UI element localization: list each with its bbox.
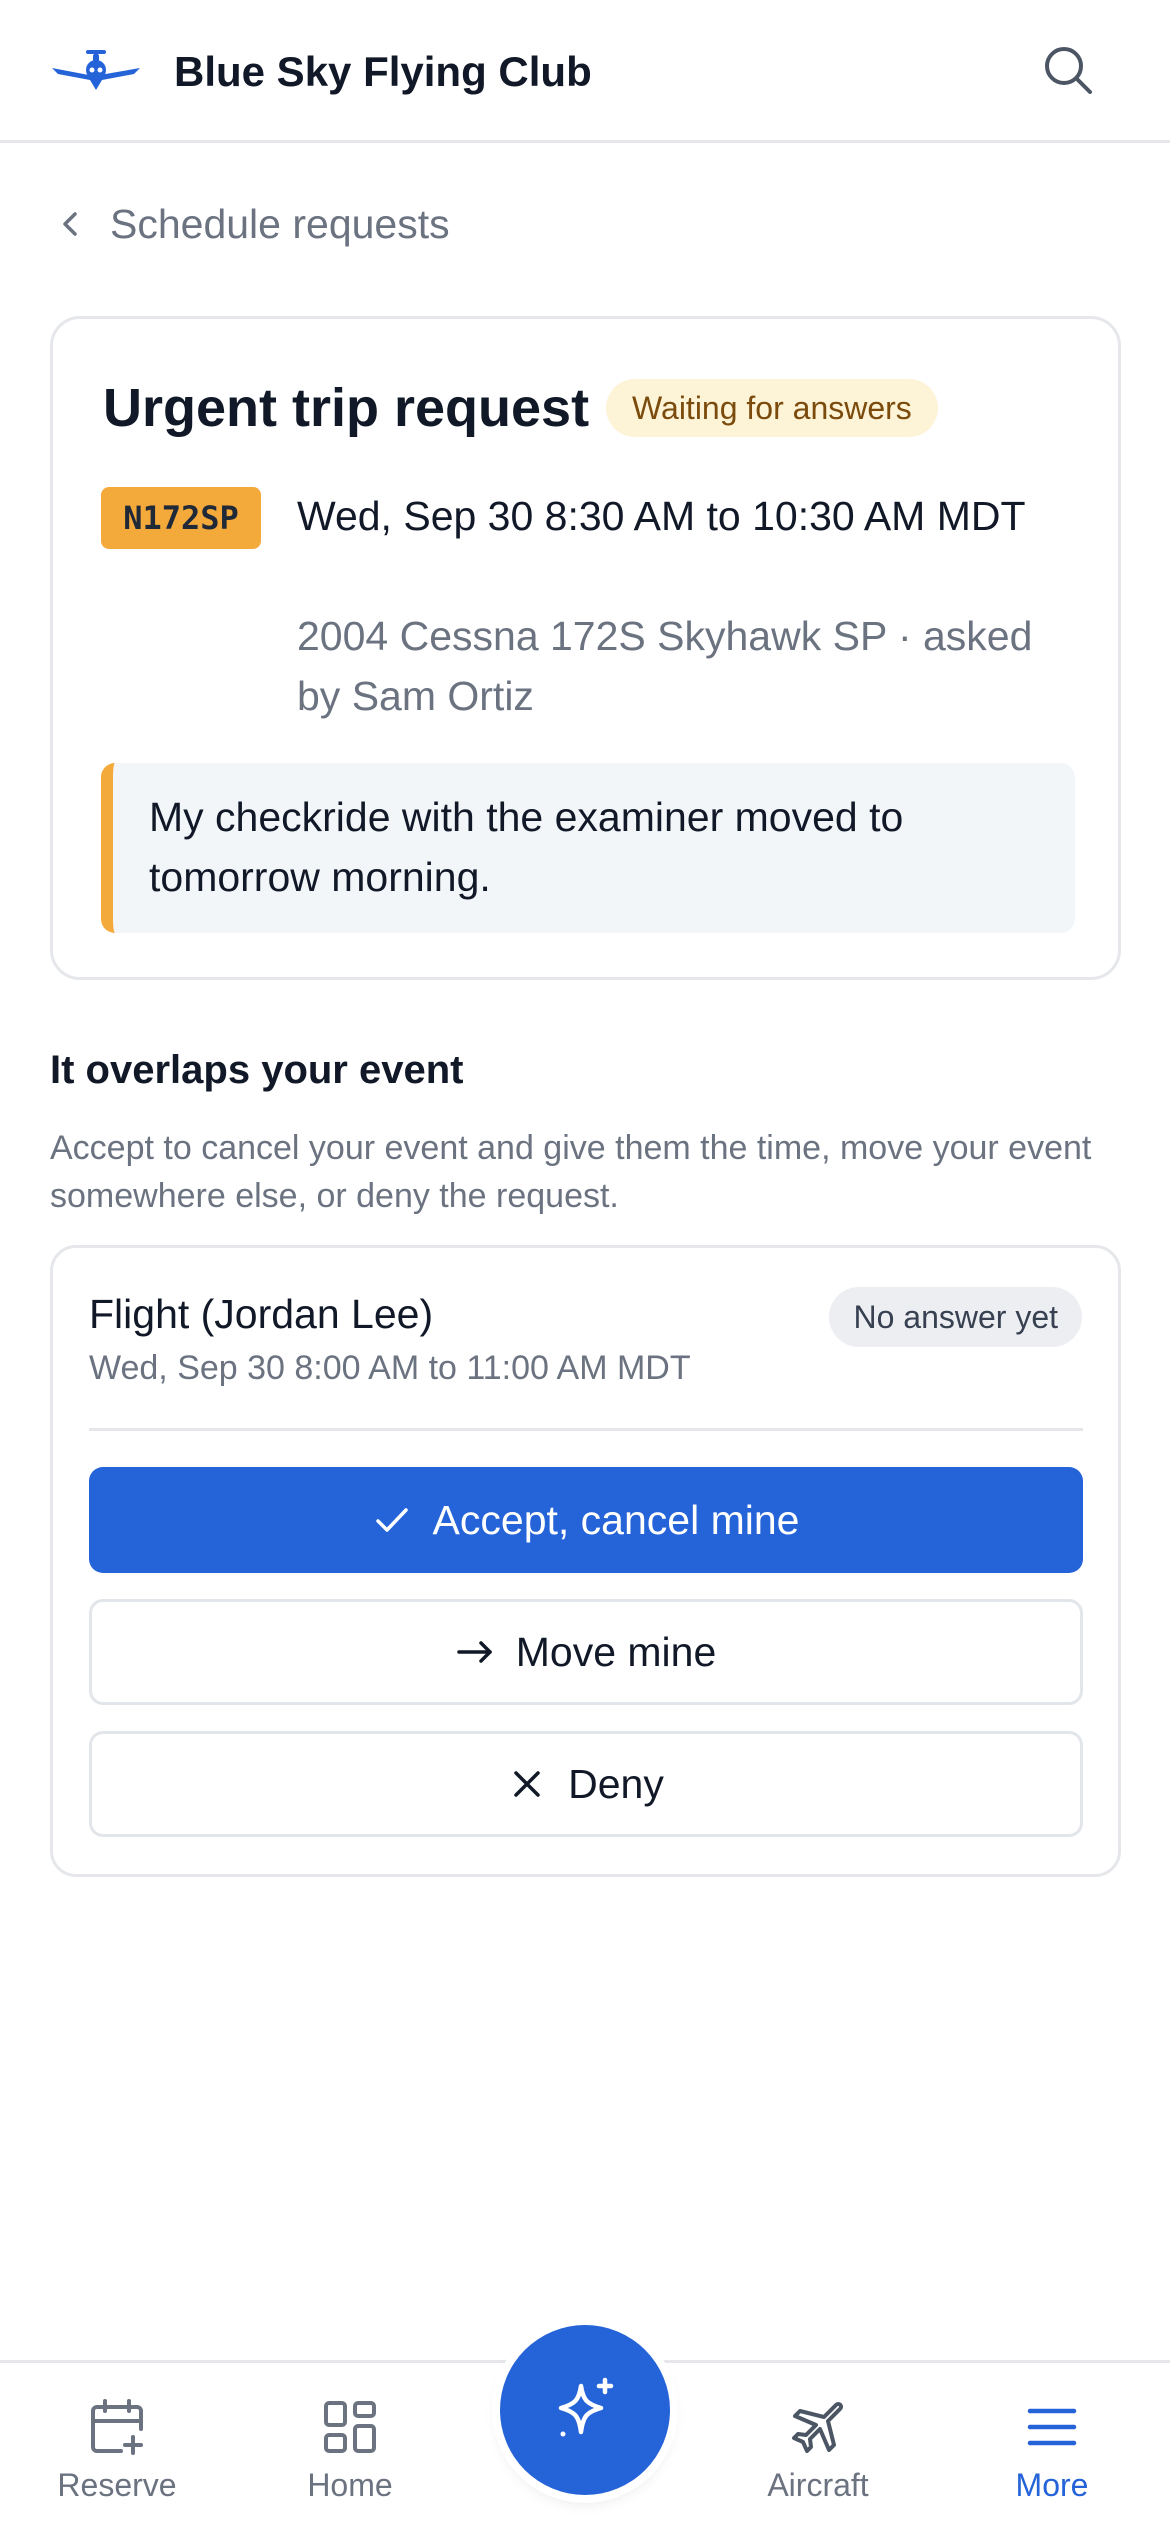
app-title: Blue Sky Flying Club (174, 48, 592, 95)
arrow-right-icon (456, 1641, 492, 1663)
back-link-schedule-requests[interactable]: Schedule requests (56, 196, 450, 252)
trip-meta: 2004 Cessna 172S Skyhawk SP · asked by S… (297, 613, 1033, 719)
event-time: Wed, Sep 30 8:00 AM to 11:00 AM MDT (89, 1349, 691, 1387)
close-icon (514, 1771, 540, 1797)
deny-button[interactable]: Deny (89, 1731, 1083, 1837)
trip-time: Wed, Sep 30 8:30 AM to 10:30 AM MDT (297, 493, 1026, 539)
chevron-left-icon (63, 212, 77, 236)
accept-button-label: Accept, cancel mine (432, 1496, 800, 1543)
nav-label-home: Home (307, 2467, 393, 2503)
overlap-title: It overlaps your event (50, 1048, 464, 1092)
airplane-logo-icon (52, 50, 140, 90)
nav-item-more[interactable]: More (952, 2397, 1152, 2517)
status-badge: Waiting for answers (606, 379, 938, 437)
nav-item-reserve[interactable]: Reserve (17, 2397, 217, 2517)
assistant-fab-button[interactable] (500, 2325, 670, 2495)
back-link-label: Schedule requests (110, 200, 450, 247)
airplane-icon (792, 2401, 844, 2453)
move-button-label: Move mine (515, 1628, 717, 1675)
overlapping-event-card: Flight (Jordan Lee) Wed, Sep 30 8:00 AM … (50, 1245, 1121, 1877)
answer-status-badge: No answer yet (829, 1287, 1082, 1347)
request-note: My checkride with the examiner moved to … (101, 763, 1075, 933)
check-icon (375, 1508, 408, 1532)
request-title: Urgent trip request (103, 378, 590, 438)
trip-request-card: Urgent trip request Waiting for answers … (50, 316, 1121, 980)
nav-label-more: More (1015, 2467, 1089, 2503)
menu-icon (1027, 2408, 1077, 2446)
divider (89, 1428, 1083, 1431)
overlap-description: Accept to cancel your event and give the… (50, 1129, 1092, 1215)
grid-icon (324, 2401, 376, 2453)
tail-number-badge: N172SP (101, 487, 261, 549)
nav-label-reserve: Reserve (57, 2467, 177, 2503)
search-icon[interactable] (1040, 42, 1096, 98)
screen: Blue Sky Flying Club Schedule requests U… (0, 0, 1170, 2532)
calendar-plus-icon (91, 2399, 143, 2455)
deny-button-label: Deny (568, 1760, 664, 1807)
nav-item-aircraft[interactable]: Aircraft (718, 2397, 918, 2517)
sparkle-icon (558, 2377, 614, 2437)
app-header: Blue Sky Flying Club (0, 0, 1170, 143)
move-mine-button[interactable]: Move mine (89, 1599, 1083, 1705)
event-name: Flight (Jordan Lee) (89, 1291, 434, 1337)
nav-item-home[interactable]: Home (250, 2397, 450, 2517)
nav-label-aircraft: Aircraft (767, 2467, 869, 2503)
accept-cancel-mine-button[interactable]: Accept, cancel mine (89, 1467, 1083, 1573)
